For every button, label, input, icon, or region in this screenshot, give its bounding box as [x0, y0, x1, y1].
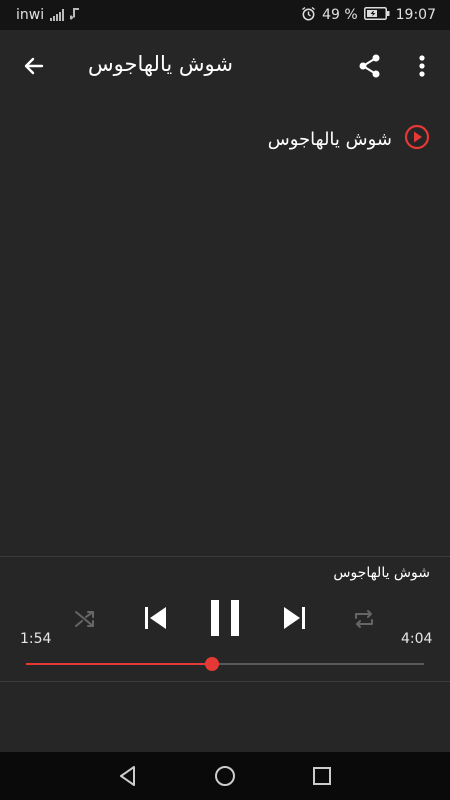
- battery-percent: 49 %: [322, 7, 358, 23]
- system-nav-bar: [0, 752, 450, 800]
- more-vert-icon: [419, 55, 425, 77]
- signal-icon: [50, 9, 65, 21]
- music-note-icon: [69, 7, 80, 24]
- pause-icon: [211, 600, 239, 636]
- status-left: inwi: [16, 7, 80, 24]
- alarm-icon: [301, 6, 316, 25]
- nav-recents-button[interactable]: [302, 756, 342, 796]
- carrier-label: inwi: [16, 7, 45, 23]
- status-right: 49 % 19:07: [301, 6, 436, 25]
- shuffle-icon: [75, 611, 94, 627]
- home-circle-icon: [214, 766, 235, 786]
- share-icon: [359, 54, 380, 78]
- play-circle-icon[interactable]: [404, 124, 430, 154]
- track-title: شوش يالهاجوس: [267, 128, 392, 150]
- repeat-icon: [355, 610, 373, 628]
- nav-back-button[interactable]: [108, 756, 148, 796]
- next-button[interactable]: [280, 601, 310, 635]
- back-arrow-icon: [24, 57, 44, 75]
- seek-thumb[interactable]: [204, 657, 219, 671]
- nav-home-button[interactable]: [205, 756, 245, 796]
- status-time: 19:07: [395, 7, 436, 23]
- seek-progress: [26, 663, 212, 665]
- page-title: شوش يالهاجوس: [88, 52, 233, 76]
- pause-button[interactable]: [205, 597, 245, 639]
- status-bar: inwi 49 % 19:07: [0, 0, 450, 30]
- back-triangle-icon: [120, 766, 136, 786]
- recents-square-icon: [312, 767, 331, 785]
- battery-charging-icon: [363, 6, 390, 24]
- more-options-button[interactable]: [408, 50, 436, 82]
- repeat-button[interactable]: [350, 605, 378, 633]
- share-button[interactable]: [354, 50, 386, 82]
- skip-previous-icon: [145, 607, 166, 629]
- mini-player: شوش يالهاجوس 1:54 4:04: [0, 557, 450, 681]
- total-duration: 4:04: [401, 631, 433, 647]
- back-button[interactable]: [18, 50, 50, 82]
- skip-next-icon: [284, 607, 305, 629]
- now-playing-title: شوش يالهاجوس: [333, 565, 430, 581]
- elapsed-time: 1:54: [20, 631, 52, 647]
- empty-area: [0, 682, 450, 752]
- previous-button[interactable]: [140, 601, 170, 635]
- shuffle-button[interactable]: [71, 605, 99, 633]
- track-list: شوش يالهاجوس: [0, 100, 450, 556]
- seek-bar[interactable]: [26, 657, 424, 671]
- app-bar: شوش يالهاجوس: [0, 30, 450, 100]
- list-item[interactable]: شوش يالهاجوس: [268, 124, 430, 154]
